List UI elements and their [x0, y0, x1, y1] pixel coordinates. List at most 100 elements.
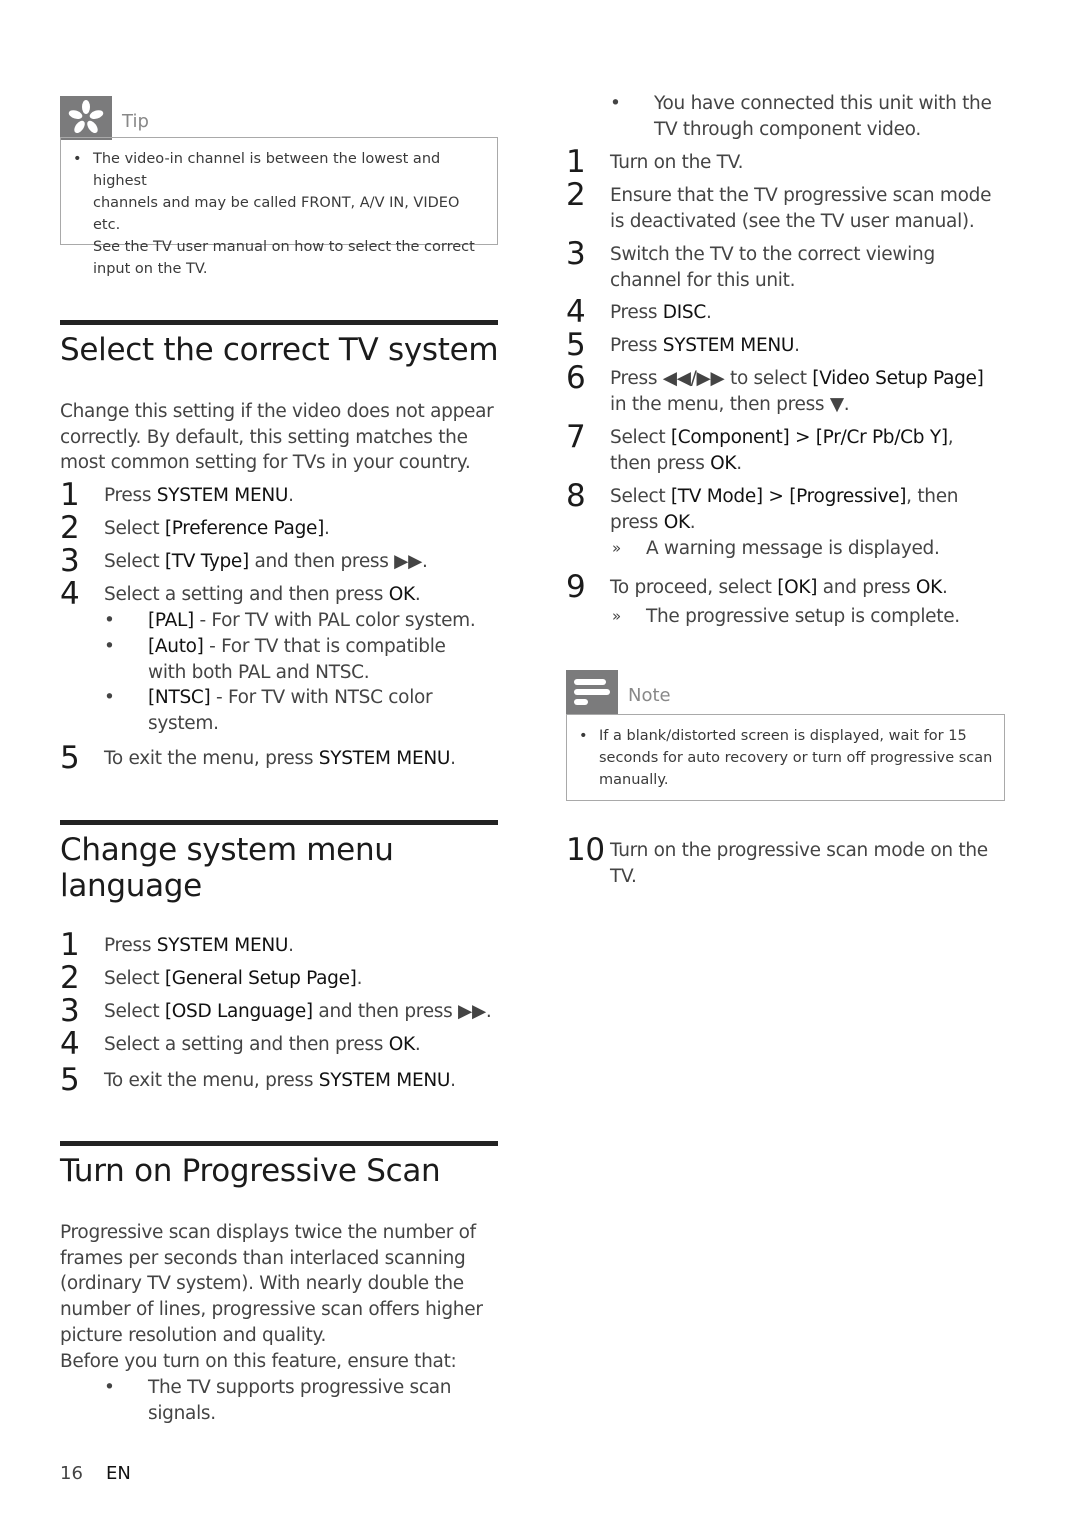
section-rule [60, 820, 498, 825]
step-number: 7 [566, 419, 586, 455]
note-line: seconds for auto recovery or turn off pr… [599, 750, 993, 766]
step-text: Press ◀◀/▶▶ to select [610, 368, 813, 389]
step-text: , [947, 427, 954, 448]
step-number: 3 [60, 543, 80, 579]
step-number: 5 [60, 1062, 80, 1098]
step-text: Press [610, 302, 663, 323]
key-label: OK [388, 1034, 415, 1055]
tip-line: input on the TV. [93, 261, 208, 277]
step-item: 2 Ensure that the TV progressive scan mo… [566, 177, 1011, 235]
step-text: TV. [610, 865, 637, 887]
key-label: SYSTEM MENU [662, 335, 795, 356]
language-code: EN [106, 1463, 131, 1484]
step-text: Select [104, 1001, 165, 1022]
option-text: - For TV that is compatible [203, 636, 446, 657]
intro-line: Before you turn on this feature, ensure … [60, 1350, 457, 1372]
step-text: press [610, 511, 664, 533]
bullet: • [73, 151, 82, 167]
key-label: SYSTEM MENU [318, 1070, 451, 1091]
step-item: 10 Turn on the progressive scan mode on … [566, 832, 1011, 890]
option-text: system. [148, 712, 219, 734]
step-text: Turn on the progressive scan mode on the [610, 840, 988, 861]
intro-line: most common setting for TVs in your coun… [60, 452, 471, 474]
key-label: [Component] > [Pr/Cr Pb/Cb Y] [670, 427, 948, 448]
section-rule [60, 320, 498, 325]
step-text: Select [104, 968, 165, 989]
step-item: 2 Select [General Setup Page]. [60, 960, 505, 996]
key-label: OK [388, 584, 415, 605]
prereq-text: signals. [148, 1402, 216, 1424]
tip-title: Tip [122, 111, 149, 132]
step-text: . [414, 584, 421, 605]
step-item: 6 Press ◀◀/▶▶ to select [Video Setup Pag… [566, 360, 1011, 418]
key-label: [OK] [777, 577, 818, 598]
step-text: Press [610, 335, 663, 356]
step-text: Select [610, 486, 671, 507]
key-label: DISC [662, 302, 706, 323]
note-lines-icon [566, 670, 618, 714]
note-title: Note [628, 685, 671, 706]
bullet: • [104, 610, 115, 631]
key-label: [PAL] [148, 610, 194, 631]
step-text: . [324, 518, 330, 539]
step-text: Select [104, 551, 165, 572]
step-number: 1 [60, 927, 80, 963]
tip-line: See the TV user manual on how to select … [93, 239, 475, 255]
note-box: • If a blank/distorted screen is display… [566, 714, 1005, 801]
bullet: • [610, 93, 621, 114]
step-text: To proceed, select [610, 577, 778, 598]
asterisk-icon [60, 96, 112, 140]
option-item: • [PAL] - For TV with PAL color system. [104, 608, 504, 634]
step-number: 3 [60, 993, 80, 1029]
step-text: . [288, 935, 294, 956]
prereq-item: • You have connected this unit with the T… [610, 91, 1010, 143]
section-title-language: Change system menu language [60, 832, 394, 904]
note-line: If a blank/distorted screen is displayed… [599, 728, 967, 744]
result-text: A warning message is displayed. [646, 538, 940, 559]
step-text: Select a setting and then press [104, 584, 389, 605]
note-line: manually. [599, 772, 669, 788]
option-text: - For TV with PAL color system. [193, 610, 476, 631]
option-item: • [Auto] - For TV that is compatible with… [104, 634, 504, 686]
step-text: To exit the menu, press [104, 1070, 319, 1091]
step-number: 5 [566, 327, 586, 363]
step-item: 4 Select a setting and then press OK. [60, 1026, 505, 1062]
step-number: 2 [566, 177, 586, 213]
step-item: 5 To exit the menu, press SYSTEM MENU. [60, 1062, 505, 1098]
step-number: 4 [566, 294, 586, 330]
prereq-text: TV through component video. [654, 118, 921, 140]
step-text: is deactivated (see the TV user manual). [610, 210, 975, 232]
key-label: SYSTEM MENU [156, 485, 289, 506]
step-text: . [450, 1070, 456, 1091]
intro-line: picture resolution and quality. [60, 1324, 327, 1346]
step-item: 3 Select [OSD Language] and then press ▶… [60, 993, 505, 1029]
step-item: 3 Switch the TV to the correct viewing ch… [566, 236, 1011, 294]
step-number: 1 [60, 477, 80, 513]
step-text: Ensure that the TV progressive scan mode [610, 185, 992, 206]
prereq-text: The TV supports progressive scan [148, 1377, 452, 1398]
step-item: 5 To exit the menu, press SYSTEM MENU. [60, 740, 505, 776]
step-text: and then press ▶▶. [248, 551, 428, 572]
tip-box: • The video-in channel is between the lo… [60, 137, 498, 277]
result-marker: » [612, 607, 621, 625]
step-text: then press [610, 452, 711, 474]
intro-line: Change this setting if the video does no… [60, 401, 494, 422]
progressive-intro: Progressive scan displays twice the numb… [60, 1220, 505, 1374]
option-text: with both PAL and NTSC. [148, 661, 370, 683]
step-item: 2 Select [Preference Page]. [60, 510, 505, 546]
option-text: - For TV with NTSC color [210, 687, 433, 708]
step-item: 9 To proceed, select [OK] and press OK. [566, 569, 1011, 605]
title-line: language [60, 868, 202, 904]
section-rule [60, 1141, 498, 1146]
result-marker: » [612, 539, 621, 557]
key-label: [Auto] [148, 636, 204, 657]
step-text: . [942, 577, 948, 598]
step-text: . [705, 302, 712, 323]
step-result: » The progressive setup is complete. [610, 604, 1010, 630]
step-text: and press [817, 577, 916, 598]
step-item: 1 Press SYSTEM MENU. [60, 477, 505, 513]
bullet: • [104, 687, 115, 708]
step-number: 5 [60, 740, 80, 776]
intro-line: Progressive scan displays twice the numb… [60, 1222, 476, 1243]
step-number: 2 [60, 510, 80, 546]
